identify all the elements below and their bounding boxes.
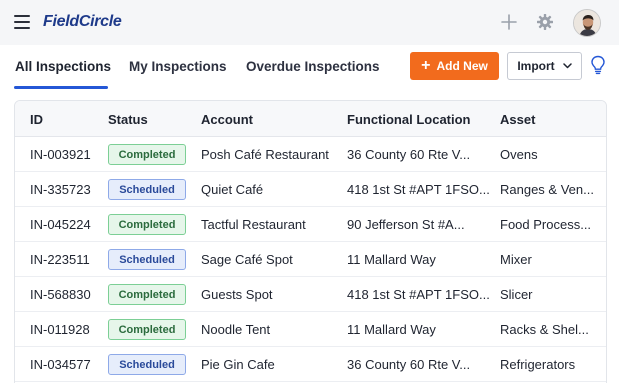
cell-asset: Slicer [500, 287, 533, 302]
cell-account[interactable]: Posh Café Restaurant [201, 147, 343, 162]
table-row[interactable]: IN-034577 Scheduled Pie Gin Cafe 36 Coun… [15, 347, 606, 382]
cell-functional-location: 36 County 60 Rte V... [347, 147, 471, 162]
cell-id[interactable]: IN-045224 [30, 217, 91, 232]
cell-asset: Food Process... [500, 217, 592, 232]
tab-my-inspections[interactable]: My Inspections [129, 59, 227, 74]
cell-functional-location: 11 Mallard Way [347, 322, 436, 337]
cell-asset: Ranges & Ven... [500, 182, 594, 197]
table-header: ID Status Account Functional Location As… [15, 101, 606, 137]
cell-id[interactable]: IN-223511 [30, 252, 90, 267]
cell-asset: Mixer [500, 252, 532, 267]
tabs-bar: All Inspections My Inspections Overdue I… [0, 45, 619, 90]
table-row[interactable]: IN-045224 Completed Tactful Restaurant 9… [15, 207, 606, 242]
plus-icon: + [421, 57, 431, 74]
table-row[interactable]: IN-003921 Completed Posh Café Restaurant… [15, 137, 606, 172]
status-badge: Completed [108, 214, 186, 235]
cell-account[interactable]: Guests Spot [201, 287, 343, 302]
cell-functional-location: 90 Jefferson St #A... [347, 217, 465, 232]
add-new-button[interactable]: + Add New [410, 52, 499, 80]
chevron-down-icon [562, 63, 572, 69]
avatar-image [574, 10, 600, 36]
table-row[interactable]: IN-335723 Scheduled Quiet Café 418 1st S… [15, 172, 606, 207]
cell-functional-location: 418 1st St #APT 1FSO... [347, 182, 490, 197]
column-header-asset[interactable]: Asset [500, 112, 535, 127]
cell-account[interactable]: Tactful Restaurant [201, 217, 343, 232]
cell-account[interactable]: Pie Gin Cafe [201, 357, 343, 372]
gear-icon[interactable] [536, 13, 554, 31]
table-row[interactable]: IN-568830 Completed Guests Spot 418 1st … [15, 277, 606, 312]
cell-account[interactable]: Quiet Café [201, 182, 343, 197]
status-badge: Completed [108, 319, 186, 340]
hamburger-menu-icon[interactable] [14, 15, 30, 29]
cell-id[interactable]: IN-034577 [30, 357, 91, 372]
cell-asset: Refrigerators [500, 357, 576, 372]
cell-account[interactable]: Noodle Tent [201, 322, 343, 337]
cell-asset: Ovens [500, 147, 538, 162]
active-tab-indicator [14, 86, 108, 89]
app-logo[interactable]: FieldCircle [43, 13, 122, 31]
cell-id[interactable]: IN-335723 [30, 182, 91, 197]
user-avatar[interactable] [573, 9, 601, 37]
add-new-label: Add New [436, 59, 488, 73]
status-badge: Scheduled [108, 179, 186, 200]
table-row[interactable]: IN-223511 Scheduled Sage Café Spot 11 Ma… [15, 242, 606, 277]
cell-id[interactable]: IN-011928 [30, 322, 90, 337]
cell-functional-location: 11 Mallard Way [347, 252, 436, 267]
column-header-id[interactable]: ID [30, 112, 43, 127]
import-button[interactable]: Import [507, 52, 582, 80]
status-badge: Scheduled [108, 249, 186, 270]
column-header-functional-location[interactable]: Functional Location [347, 112, 471, 127]
inspections-table: ID Status Account Functional Location As… [14, 100, 607, 383]
status-badge: Completed [108, 284, 186, 305]
column-header-status[interactable]: Status [108, 112, 148, 127]
tab-overdue-inspections[interactable]: Overdue Inspections [246, 59, 380, 74]
plus-icon[interactable] [500, 13, 518, 31]
status-badge: Completed [108, 144, 186, 165]
import-label: Import [517, 59, 555, 73]
cell-id[interactable]: IN-568830 [30, 287, 91, 302]
top-bar: FieldCircle [0, 0, 619, 45]
tab-all-inspections[interactable]: All Inspections [15, 59, 111, 74]
column-header-account[interactable]: Account [201, 112, 253, 127]
cell-id[interactable]: IN-003921 [30, 147, 91, 162]
cell-account[interactable]: Sage Café Spot [201, 252, 343, 267]
table-row[interactable]: IN-011928 Completed Noodle Tent 11 Malla… [15, 312, 606, 347]
cell-asset: Racks & Shel... [500, 322, 589, 337]
status-badge: Scheduled [108, 354, 186, 375]
lightbulb-icon[interactable] [590, 55, 606, 75]
cell-functional-location: 36 County 60 Rte V... [347, 357, 471, 372]
cell-functional-location: 418 1st St #APT 1FSO... [347, 287, 490, 302]
